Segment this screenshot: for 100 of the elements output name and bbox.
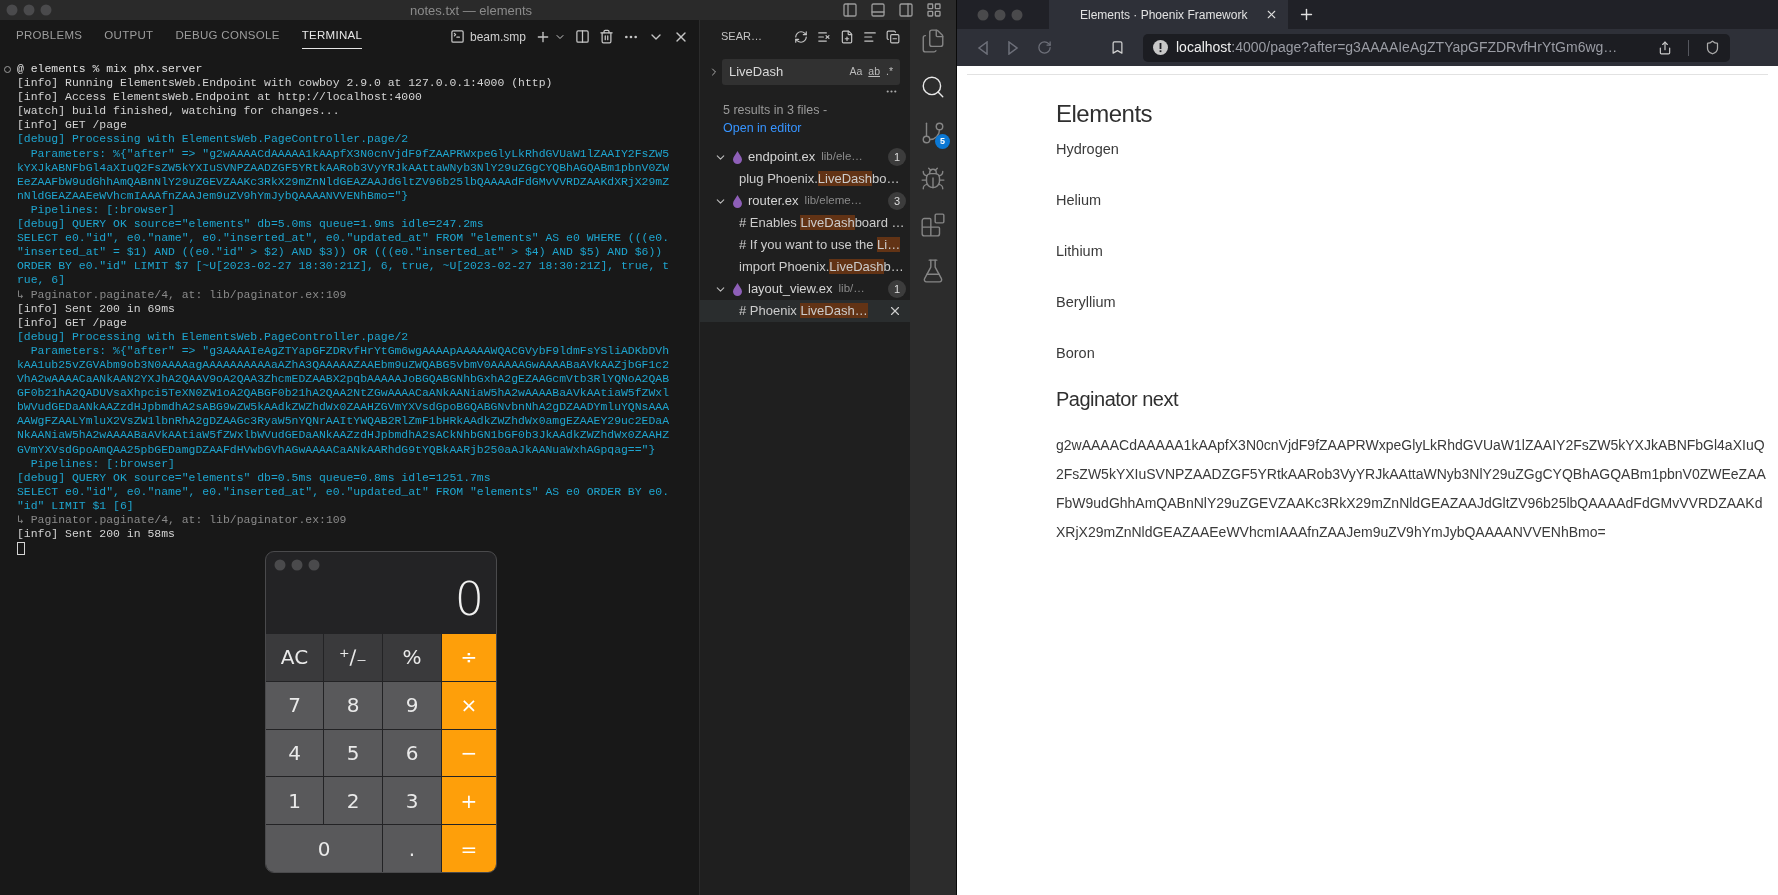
search-option[interactable]: .*: [883, 64, 896, 80]
terminal-line: [debug] Processing with ElementsWeb.PageController.page/2: [17, 329, 409, 344]
terminal-line: rue, 6]: [17, 273, 66, 288]
terminal-line: SELECT e0."id", e0."name", e0."inserted_at", e0."updated_at" FROM "elements" AS e0 WHERE (((e0.: [17, 231, 670, 246]
forward-icon[interactable]: [1007, 40, 1019, 55]
calculator-key[interactable]: %: [383, 634, 441, 681]
match-row[interactable]: # Enables LiveDashboard …: [700, 212, 910, 234]
results-summary: 5 results in 3 files - Open in editor: [722, 102, 829, 137]
terminal-line: Parameters: %{"after" => "g2wAAAACdAAAAA1kAApfX3N0cnVjdF9fZAAPRWxpeGlyLkRhdGVUaW1lZAAIY2FsZW5: [29, 146, 670, 161]
terminal-line: GF0b21hA2QADUVsaXhpci5TeXN0ZW1oA2QABGF0b21hA2QAA2NtZGwAAAACaANkAANiaW5hA2wAAAABaAVkAAtiaW5fZWxl: [17, 386, 670, 401]
calculator-key[interactable]: 7: [266, 681, 323, 729]
calculator-key[interactable]: 0: [266, 825, 382, 872]
terminal-line: [debug] Processing with ElementsWeb.PageController.page/2: [17, 132, 409, 147]
panel-tab[interactable]: OUTPUT: [104, 24, 154, 49]
split-icon[interactable]: [575, 29, 590, 44]
calculator-key[interactable]: 4: [266, 729, 323, 777]
file-result-row[interactable]: layout_view.ex lib/… 1: [700, 278, 910, 300]
panel-toggle-icon[interactable]: [870, 2, 886, 18]
terminal-line: [info] GET /page: [17, 118, 127, 133]
calculator-key[interactable]: 8: [324, 681, 382, 729]
search-field[interactable]: LiveDash Aa ab .*: [722, 59, 900, 85]
terminal-line: [debug] QUERY OK source="elements" db=5.0ms queue=1.9ms idle=247.2ms: [17, 217, 484, 232]
calculator-key[interactable]: 1: [266, 777, 323, 825]
list-icon[interactable]: [863, 29, 877, 44]
terminal-line: Pipelines: [:browser]: [29, 456, 175, 471]
terminal-line: [info] Access ElementsWeb.Endpoint at http://localhost:4000: [17, 90, 422, 105]
layout-icon[interactable]: [926, 2, 942, 18]
shield-icon[interactable]: [1705, 40, 1720, 55]
terminal-line: ORDER BY e0."id" LIMIT $7 [~U[2023-02-27 18:30:21Z], 6, true, ~U[2023-02-27 18:30:21Z], true, t: [17, 259, 670, 274]
terminal-line: [info] Sent 200 in 69ms: [17, 301, 175, 316]
calculator-key[interactable]: 9: [383, 681, 441, 729]
calculator-key[interactable]: ⁺∕₋: [324, 634, 382, 681]
panel-tab[interactable]: PROBLEMS: [16, 24, 83, 49]
terminal-cursor: [17, 542, 25, 556]
secondary-sidebar-icon[interactable]: [898, 2, 914, 18]
calculator-key[interactable]: 5: [324, 729, 382, 777]
element-name: Helium: [1056, 191, 1103, 210]
new-file-icon[interactable]: [840, 29, 854, 44]
match-row[interactable]: # If you want to use the Li…: [700, 234, 910, 256]
bug-icon[interactable]: [920, 166, 946, 192]
browser-tab[interactable]: Elements · Phoenix Framework: [1049, 0, 1288, 29]
calculator-key[interactable]: 3: [383, 777, 441, 825]
file-result-row[interactable]: endpoint.ex lib/ele… 1: [700, 146, 910, 168]
warning-icon: [1153, 40, 1168, 55]
collapse-icon[interactable]: [886, 29, 900, 44]
terminal-line: "inserted_at" = $1) AND ((e0."id" > $2) AND $3)) OR (((e0."inserted_at" > $4) AND $5) AND $6)): [17, 245, 663, 260]
reload-icon[interactable]: [1037, 40, 1052, 55]
panel-tab[interactable]: TERMINAL: [301, 24, 363, 49]
terminal-line: bWVudGEDaANkAAZzdHJpbmdhA2sABG9wZW5kAAdkZWZhdWx0ZAAHZGVmYXVsdGpoBGQABGNvbnNhA2gDZAADYmluYQNsAAA: [17, 400, 670, 415]
terminal-line: NkAANiaW5hA2wAAAABaAVkAAtiaW5fZWxlbWVudGEDaANkAAZzdHJpbmdhA2sACkNhbGN1bGF0b3JkAAdkZWZhdWx0ZAAHZ: [17, 428, 670, 443]
terminal-line: [info] Running ElementsWeb.Endpoint with cowboy 2.9.0 at 127.0.0.1:4000 (http): [17, 76, 553, 91]
match-row[interactable]: plug Phoenix.LiveDashbo…: [700, 168, 910, 190]
notification-badge: 5: [935, 134, 950, 149]
result-count: 3: [888, 192, 906, 210]
calculator-key[interactable]: 2: [324, 777, 382, 825]
new-tab-icon[interactable]: [1298, 6, 1315, 23]
element-name: Lithium: [1056, 242, 1104, 261]
trash-icon[interactable]: [599, 29, 614, 44]
match-row[interactable]: # Phoenix LiveDash…: [700, 300, 910, 322]
terminal-line: [debug] QUERY OK source="elements" db=0.5ms queue=0.8ms idle=1251.7ms: [17, 470, 491, 485]
terminal-line: @ elements % mix phx.server: [17, 62, 203, 77]
branch-icon[interactable]: [920, 120, 946, 146]
back-icon[interactable]: [977, 40, 989, 55]
element-name: Beryllium: [1056, 293, 1117, 312]
terminal-icon: [449, 29, 465, 44]
refresh-icon[interactable]: [794, 29, 808, 44]
calculator-key[interactable]: .: [383, 825, 441, 872]
terminal-line: [watch] build finished, watching for changes...: [17, 104, 340, 119]
search-icon[interactable]: [920, 74, 946, 100]
panel-tab[interactable]: DEBUG CONSOLE: [175, 24, 280, 49]
clear-results-icon[interactable]: [817, 29, 831, 44]
status-circle-icon: [4, 66, 11, 73]
terminal-line: kAA1ub25vZGVAbm9ob3N0AAAAagAAAAAAAAAAaAZhA3QAAAAAZAAEbm9uZWQABG5vbmV0AAAAAGwAAAABaAVkAAZjbGF1c2: [17, 357, 670, 373]
terminal-name[interactable]: beam.smp: [469, 27, 526, 46]
element-name: Hydrogen: [1056, 140, 1120, 159]
terminal-line: AAWgFZAALYmluX2VsZW1lbnRhA2gDZAAGc3RyaW5nYQNrAAItYWQAB2RlZmF1bHRkAAdkZWZhdWx0amgEZAAEY29uc2EDaA: [17, 414, 670, 429]
element-name: Boron: [1056, 344, 1096, 363]
calculator-key[interactable]: 6: [383, 729, 441, 777]
files-icon[interactable]: [920, 28, 946, 54]
cursor-token: g2wAAAACdAAAAA1kAApfX3N0cnVjdF9fZAAPRWxpeGlyLkRhdGVUaW1lZAAIY2FsZW5kYXJkABNFbGl4aXIuQ2FsZW5kYXIuSVNPZAADZGF5YRtkAARob3VyYRJkAAttaWNyb3NlY29uZGgCYQBhAGQABm1pbnV0ZWEeZAAFbW9udGhhAmQABnNlY29uZGEVZAAKc3RkX29mZnNldGEAZAAJdGltZV96b25lbQAAAAdFdGMvVVRDZAAKdXRjX29mZnNldGEAZAAEeWVhcmIAAAfnZAAJem9uZV9hYmJybQAAAANVVENhBmo=: [1056, 436, 1766, 542]
dismiss-icon[interactable]: [888, 304, 902, 318]
open-in-editor-link[interactable]: Open in editor: [723, 121, 802, 135]
bookmark-icon[interactable]: [1110, 40, 1125, 55]
calculator-key[interactable]: AC: [266, 634, 323, 681]
address-field[interactable]: localhost:4000/page?after=g3AAAAIeAgZTYapGFZDRvfHrYtGm6wg…: [1143, 33, 1730, 62]
terminal-line: "id" LIMIT $1 [6]: [17, 498, 134, 513]
page-heading: Elements: [1056, 99, 1154, 129]
sidebar-title: SEAR…: [721, 29, 762, 45]
file-result-row[interactable]: router.ex lib/eleme… 3: [700, 190, 910, 212]
search-option[interactable]: Aa: [846, 64, 866, 80]
match-row[interactable]: import Phoenix.LiveDashb…: [700, 256, 910, 278]
terminal-line: Parameters: %{"after" => "g3AAAAIeAgZTYapGFZDRvfHrYtGm6wgAAAApAAAAAWQACGVybF9ldmFsYSliADKbDVh: [29, 343, 670, 358]
search-option[interactable]: ab: [865, 64, 883, 80]
terminal-line: VhA2wAAAACaANkAAN2YXJhA2QAAV9oA2QAA3ZhcmEDZAABX2pqbAAAAAJoBGQABGNhbGxhA2gEZAAGcmVtb3RlYQNoA2QAB: [17, 372, 670, 387]
terminal-line: SELECT e0."id", e0."name", e0."inserted_at", e0."updated_at" FROM "elements" AS e0 ORDER BY e0.: [17, 484, 670, 499]
close-icon[interactable]: [1265, 8, 1278, 21]
terminal-line: Pipelines: [:browser]: [29, 202, 175, 218]
sidebar-toggle-icon[interactable]: [842, 2, 858, 18]
blocks-icon[interactable]: [920, 212, 946, 238]
share-icon[interactable]: [1658, 40, 1672, 55]
